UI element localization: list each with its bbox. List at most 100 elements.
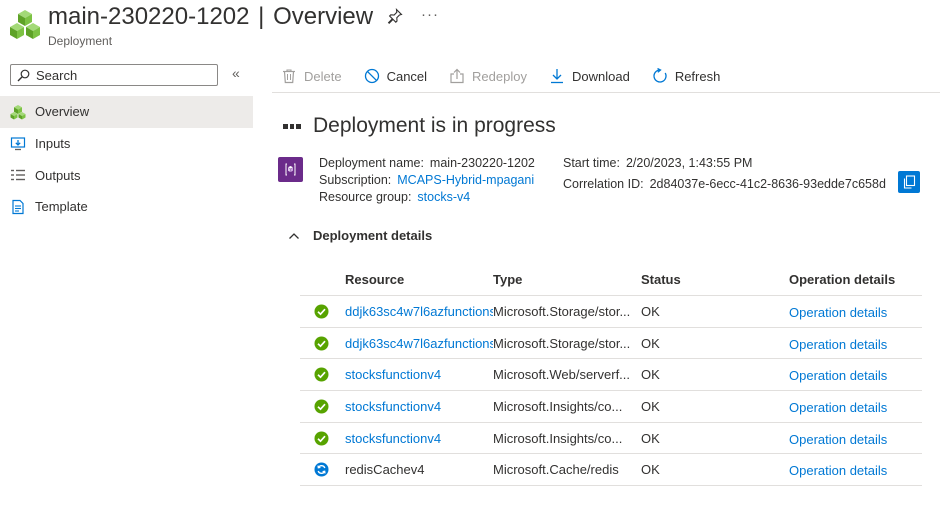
operation-details-link[interactable]: Operation details [789,430,922,447]
progress-dots-icon [283,124,302,130]
resource-type: Microsoft.Insights/co... [493,398,623,414]
sidebar-item-outputs[interactable]: Outputs [0,159,253,191]
success-check-icon [314,367,329,382]
success-check-icon [314,336,329,351]
section-title: Overview [273,3,374,30]
inputs-icon [10,136,26,150]
column-header-operation[interactable]: Operation details [789,272,922,287]
copy-icon [903,175,916,189]
refresh-icon [653,68,667,83]
operation-details-link[interactable]: Operation details [789,398,922,415]
resource-type: Microsoft.Insights/co... [493,430,623,446]
resource-status: OK [641,430,660,446]
resource-group-link[interactable]: stocks-v4 [417,190,470,204]
start-time-value: 2/20/2023, 1:43:55 PM [625,156,753,170]
deployment-details-label: Deployment details [313,228,433,243]
column-header-resource[interactable]: Resource [345,272,493,287]
success-check-icon [314,431,329,446]
upload-icon [450,68,464,84]
cancel-icon [364,68,379,84]
template-icon [12,199,24,215]
deployment-name-value: main-230220-1202 [429,156,535,170]
table-row: stocksfunctionv4 Microsoft.Web/serverf..… [300,359,922,392]
sidebar-nav: Overview Inputs Outputs Template [0,96,253,223]
collapse-sidebar-icon[interactable]: « [232,65,240,81]
resource-type-subtitle: Deployment [48,34,113,48]
resource-type: Microsoft.Storage/stor... [493,303,631,319]
redeploy-label: Redeploy [472,68,527,84]
deployment-name-label: Deployment name: [319,156,424,170]
resource-type: Microsoft.Storage/stor... [493,335,631,351]
sidebar-item-label: Template [35,199,88,215]
sidebar-item-label: Inputs [35,136,71,152]
search-icon [17,69,30,81]
command-bar: Delete Cancel Redeploy Download Refresh [281,64,742,88]
deployment-name-row: Deployment name: main-230220-1202 [319,155,535,172]
resource-type: Microsoft.Web/serverf... [493,367,631,383]
column-header-type[interactable]: Type [493,272,641,287]
resource-type: Microsoft.Cache/redis [493,462,619,478]
chevron-up-icon [289,232,299,239]
table-row: stocksfunctionv4 Microsoft.Insights/co..… [300,423,922,455]
start-time-label: Start time: [563,156,620,170]
deployment-cubes-icon [10,10,40,39]
resource-link[interactable]: stocksfunctionv4 [345,399,493,414]
search-input[interactable] [36,67,206,83]
in-progress-sync-icon [314,462,329,477]
sidebar-item-template[interactable]: Template [0,191,253,223]
operation-details-link[interactable]: Operation details [789,366,922,383]
page-title: main-230220-1202 | Overview [48,3,373,31]
toolbar-divider [272,92,940,93]
deployment-icon [278,157,303,182]
refresh-button[interactable]: Refresh [652,68,720,84]
sidebar-item-label: Overview [35,104,90,120]
subscription-label: Subscription: [319,173,392,187]
resource-link[interactable]: ddjk63sc4w7l6azfunctions [345,304,493,319]
operation-details-link[interactable]: Operation details [789,335,922,352]
redeploy-button[interactable]: Redeploy [449,68,527,84]
deployment-info: Deployment name: main-230220-1202 Subscri… [319,155,535,206]
resource-status: OK [641,303,660,319]
correlation-id-row: Correlation ID: 2d84037e-6ecc-41c2-8636-9… [563,176,886,193]
more-options-icon[interactable]: ··· [421,6,439,23]
resource-name: redisCachev4 [345,462,425,478]
deployment-timing-info: Start time: 2/20/2023, 1:43:55 PM Correla… [563,155,886,193]
search-field[interactable] [10,64,218,86]
copy-button[interactable] [898,171,920,193]
sidebar-item-overview[interactable]: Overview [0,96,253,128]
deployment-title: main-230220-1202 [48,3,250,30]
cancel-label: Cancel [386,68,428,84]
pin-icon[interactable] [387,8,403,24]
trash-icon [283,69,295,84]
resource-link[interactable]: ddjk63sc4w7l6azfunctions [345,336,493,351]
table-row: ddjk63sc4w7l6azfunctions Microsoft.Stora… [300,296,922,328]
success-check-icon [314,304,329,319]
download-button[interactable]: Download [549,68,630,84]
resource-status: OK [641,398,660,414]
correlation-id-value: 2d84037e-6ecc-41c2-8636-93edde7c658d [649,177,886,191]
table-row: stocksfunctionv4 Microsoft.Insights/co..… [300,391,922,423]
overview-icon [10,104,26,120]
download-icon [550,69,563,84]
correlation-id-label: Correlation ID: [563,177,644,191]
success-check-icon [314,399,329,414]
column-header-status[interactable]: Status [641,272,789,287]
cancel-button[interactable]: Cancel [364,68,427,84]
delete-button[interactable]: Delete [281,68,342,84]
resource-link[interactable]: stocksfunctionv4 [345,431,493,446]
resource-status: OK [641,335,660,351]
title-separator: | [258,3,265,30]
subscription-link[interactable]: MCAPS-Hybrid-mpagani [397,173,534,187]
subscription-row: Subscription: MCAPS-Hybrid-mpagani [319,172,535,189]
sidebar-item-inputs[interactable]: Inputs [0,128,253,160]
table-row: redisCachev4 Microsoft.Cache/redis OK Op… [300,454,922,487]
resource-status: OK [641,367,660,383]
deployment-details-toggle[interactable]: Deployment details [288,228,432,243]
resource-link[interactable]: stocksfunctionv4 [345,367,493,382]
operation-details-link[interactable]: Operation details [789,461,922,478]
sidebar-item-label: Outputs [35,167,81,183]
operation-details-link[interactable]: Operation details [789,303,922,320]
start-time-row: Start time: 2/20/2023, 1:43:55 PM [563,155,886,172]
cube-icon [285,163,296,176]
deployment-status-title: Deployment is in progress [313,114,556,137]
